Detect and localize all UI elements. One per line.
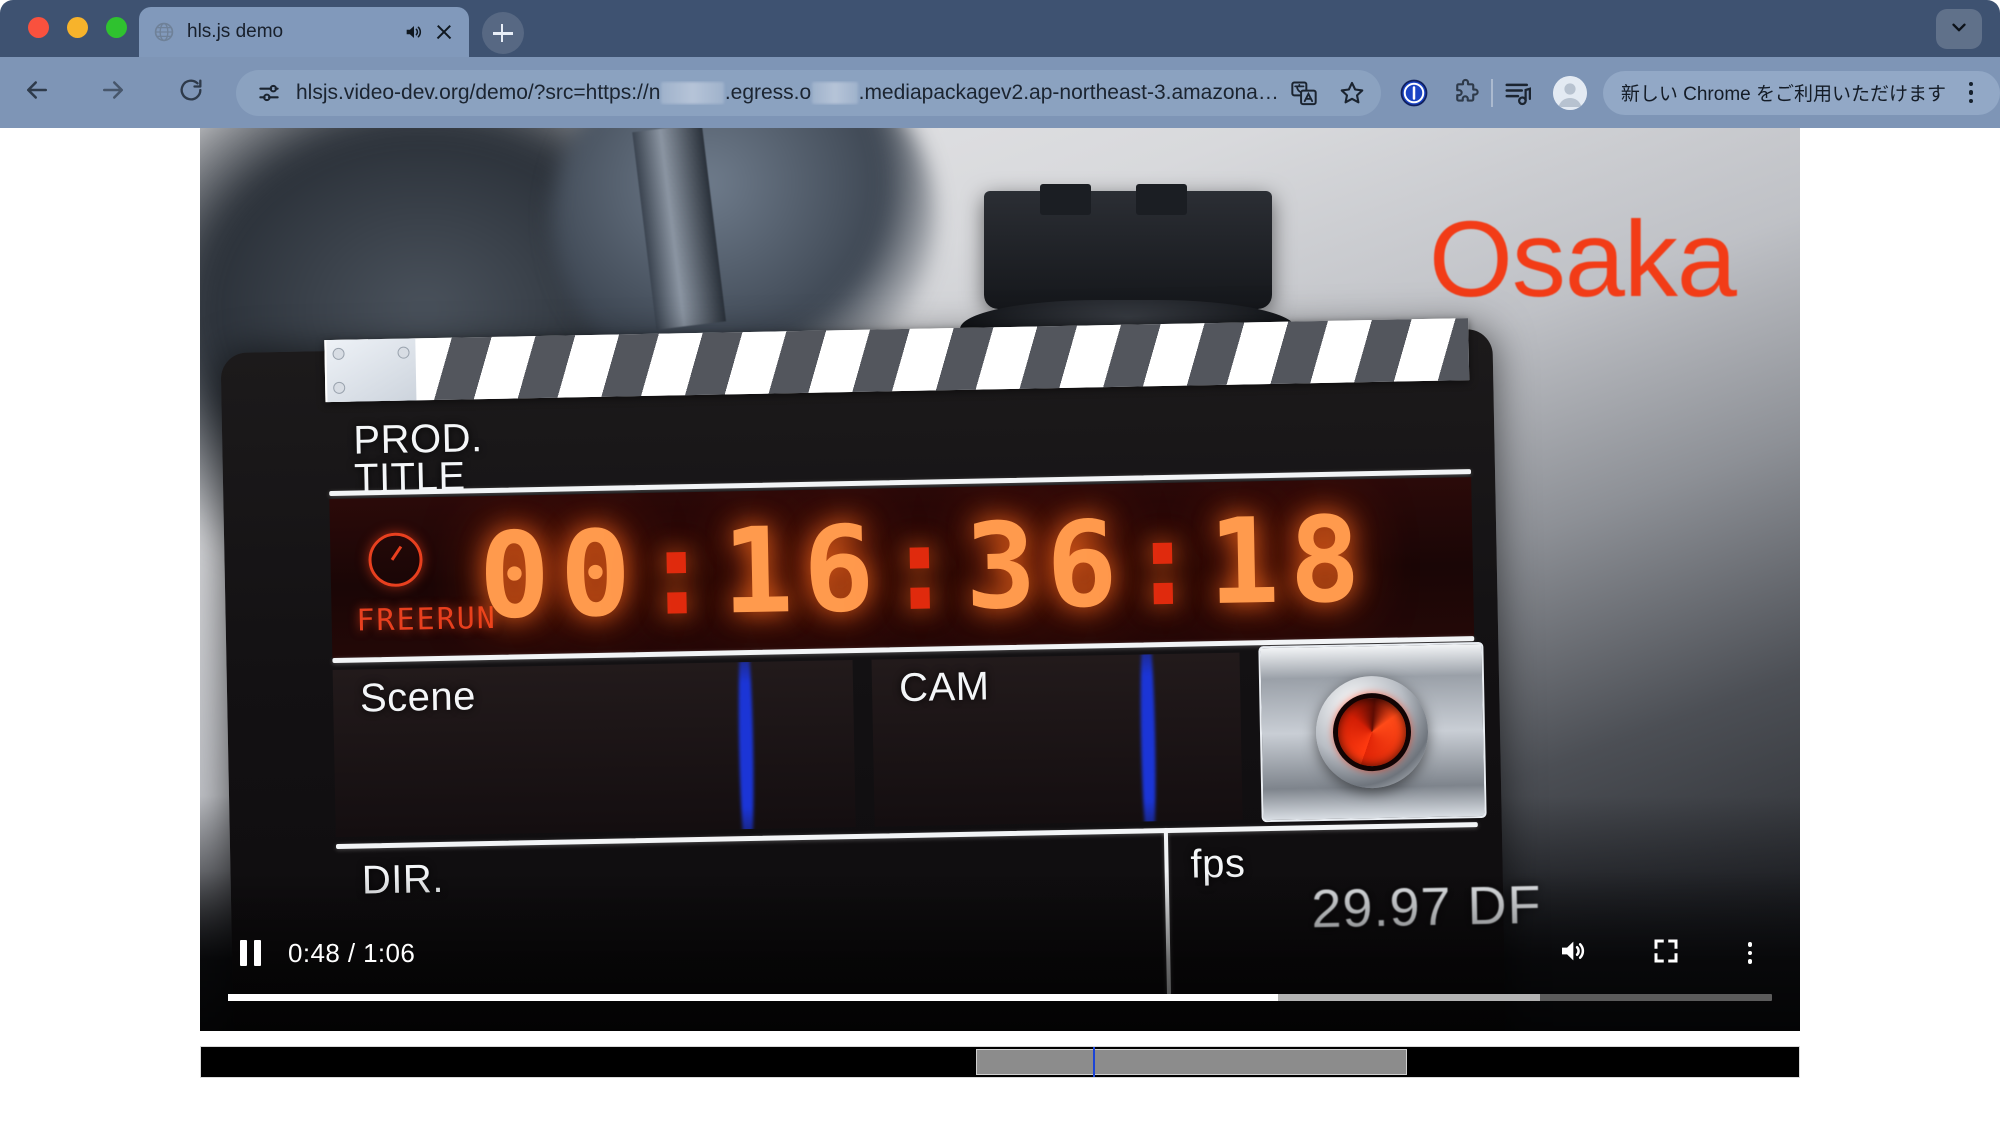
chevron-down-icon [1948, 16, 1970, 43]
chrome-update-promo[interactable]: 新しい Chrome をご利用いただけます [1602, 70, 2000, 115]
time-display: 0:48 / 1:06 [288, 937, 416, 968]
1password-icon[interactable] [1399, 78, 1429, 108]
tab-title: hls.js demo [187, 21, 284, 42]
timecode-value: 00:16:36:18 [478, 490, 1372, 645]
record-button-icon [1315, 675, 1430, 790]
url-redaction-2 [812, 81, 858, 104]
forward-button[interactable] [90, 70, 136, 116]
browser-toolbar: hlsjs.video-dev.org/demo/?src=https://n.… [0, 57, 2000, 128]
page-content: Osaka PROD. TITLE FREERUN 00:16:36:18 Sc… [0, 128, 2000, 1123]
kebab-menu-icon[interactable] [1956, 78, 1986, 108]
tab-strip: hls.js demo [0, 0, 2000, 57]
timecode-sep-3: : [1126, 492, 1210, 633]
arrow-left-icon [22, 75, 52, 110]
timecode-display: FREERUN 00:16:36:18 [329, 477, 1475, 659]
timecode-frames: 18 [1207, 489, 1372, 631]
playhead-marker [1092, 1047, 1095, 1077]
address-bar-url: hlsjs.video-dev.org/demo/?src=https://n.… [296, 81, 1279, 105]
progress-played [228, 994, 1278, 1001]
fullscreen-icon [1651, 936, 1681, 971]
timecode-sep-2: : [882, 497, 967, 638]
buffer-range [976, 1049, 1408, 1075]
star-icon[interactable] [1337, 78, 1367, 108]
freerun-label: FREERUN [356, 601, 498, 639]
dir-label: DIR. [361, 857, 445, 903]
arrow-right-icon [98, 75, 128, 110]
cam-label: CAM [898, 664, 991, 711]
clock-icon [368, 532, 424, 588]
volume-button[interactable] [1552, 931, 1596, 975]
timecode-sep-1: : [639, 502, 724, 642]
address-bar[interactable]: hlsjs.video-dev.org/demo/?src=https://n.… [236, 69, 1381, 116]
url-part-mid: .egress.o [724, 80, 812, 104]
reload-icon [177, 76, 205, 109]
speaker-playing-icon[interactable] [403, 21, 425, 43]
scene-tripod-notch-left [1040, 183, 1092, 215]
back-button[interactable] [14, 70, 60, 116]
maximize-window-button[interactable] [106, 17, 127, 38]
pause-icon [239, 940, 261, 966]
chrome-update-promo-label: 新しい Chrome をご利用いただけます [1620, 84, 1946, 105]
close-icon[interactable] [433, 21, 455, 43]
minimize-window-button[interactable] [67, 17, 88, 38]
close-window-button[interactable] [28, 17, 49, 38]
tune-site-settings-icon[interactable] [256, 80, 282, 106]
play-pause-button[interactable] [228, 931, 272, 975]
extensions-puzzle-icon[interactable] [1451, 78, 1481, 108]
reading-list-icon[interactable] [1503, 78, 1533, 108]
fullscreen-button[interactable] [1644, 931, 1688, 975]
url-part-prefix: hlsjs.video-dev.org/demo/?src=https://n [296, 80, 661, 104]
toolbar-divider [1490, 78, 1493, 107]
video-player[interactable]: Osaka PROD. TITLE FREERUN 00:16:36:18 Sc… [200, 128, 1800, 1031]
new-tab-button[interactable] [482, 12, 524, 54]
scene-tripod-head [984, 191, 1272, 309]
player-controls: 0:48 / 1:06 [200, 927, 1800, 979]
video-frame: Osaka PROD. TITLE FREERUN 00:16:36:18 Sc… [200, 128, 1800, 1031]
browser-window: hls.js demo hlsjs.video-dev.org/demo/?sr… [0, 0, 2000, 1123]
tab-hls-js-demo[interactable]: hls.js demo [139, 7, 469, 57]
url-redaction-1 [661, 81, 724, 104]
timecode-seconds: 36 [963, 494, 1129, 636]
scene-label: Scene [359, 674, 477, 721]
buffer-timeline-canvas[interactable] [200, 1046, 1800, 1078]
progress-bar[interactable] [228, 994, 1772, 1001]
more-options-button[interactable] [1728, 931, 1772, 975]
clapperboard-hinge [326, 338, 417, 403]
timecode-hours: 00 [477, 503, 643, 645]
fps-label: fps [1190, 841, 1246, 887]
profile-avatar[interactable] [1552, 75, 1587, 110]
volume-on-icon [1558, 935, 1590, 972]
tab-search-button[interactable] [1936, 9, 1982, 49]
globe-icon [153, 21, 175, 43]
clapperboard: PROD. TITLE FREERUN 00:16:36:18 Scene CA… [204, 289, 1800, 1031]
translate-icon[interactable] [1289, 78, 1319, 108]
scene-blue-highlight [737, 659, 756, 837]
url-part-suffix: .mediapackagev2.ap-northeast-3.amazona… [858, 80, 1279, 104]
scene-tripod-notch-right [1136, 183, 1188, 215]
record-panel [1258, 642, 1487, 823]
kebab-menu-icon [1735, 938, 1765, 968]
window-controls [28, 17, 127, 38]
cam-blue-highlight [1139, 652, 1159, 827]
timecode-minutes: 16 [720, 499, 886, 641]
reload-button[interactable] [168, 70, 214, 116]
